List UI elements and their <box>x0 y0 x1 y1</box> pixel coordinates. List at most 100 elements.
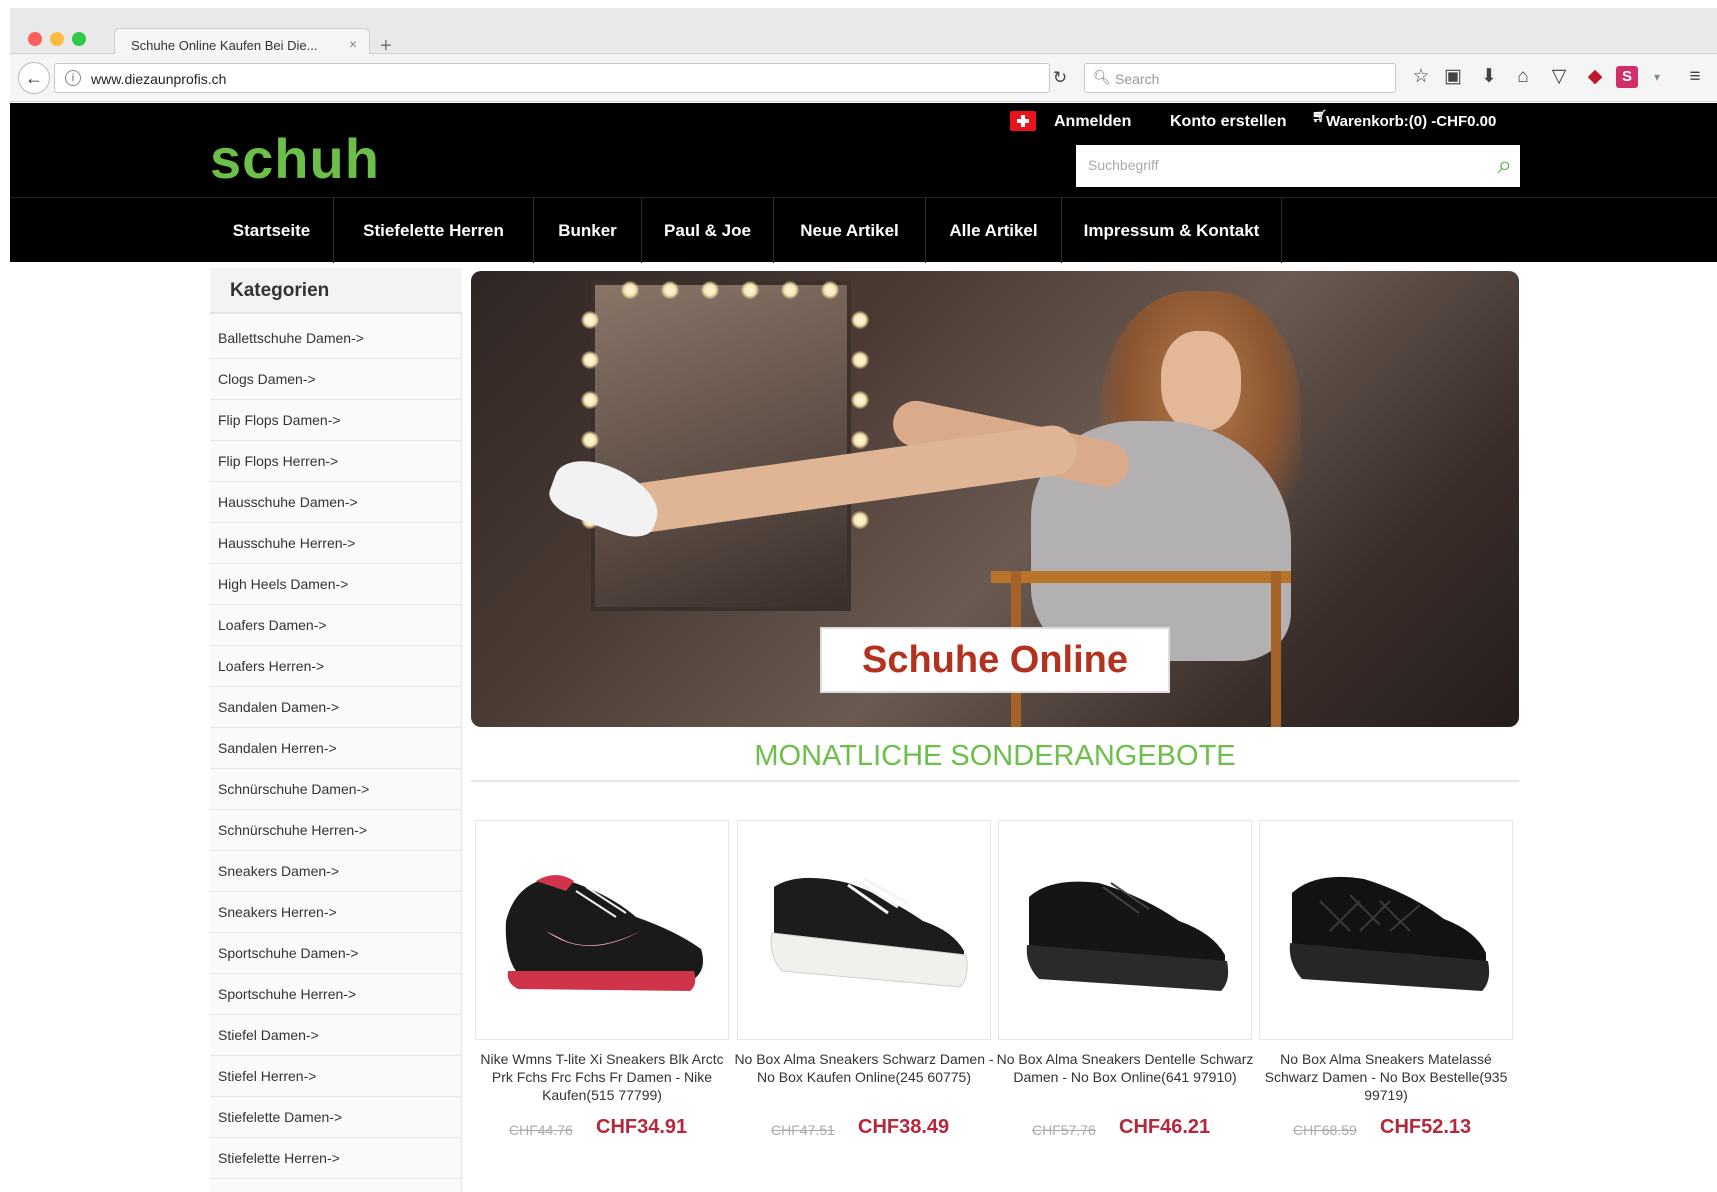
sidebar-category-item[interactable]: High Heels Damen-> <box>210 564 462 605</box>
black-platform-sneaker-image <box>770 877 968 988</box>
sidebar-category-item[interactable]: Flip Flops Damen-> <box>210 400 462 441</box>
cart-link[interactable]: Warenkorb:(0) -CHF0.00 <box>1326 113 1496 130</box>
site-search-input[interactable]: Suchbegriff ⌕ <box>1076 145 1520 187</box>
sidebar-category-item[interactable]: Stiefel Herren-> <box>210 1056 462 1097</box>
browser-toolbar: ← i www.diezaunprofis.ch ↻ 🔍︎ Search ☆ ▣… <box>10 54 1717 102</box>
cart-icon[interactable]: 🛒︎ <box>1312 109 1327 123</box>
hero-label: Schuhe Online <box>820 627 1170 693</box>
sidebar-category-item[interactable]: Sneakers Damen-> <box>210 851 462 892</box>
product-old-price-2: CHF47.51 <box>771 1122 835 1138</box>
sidebar-category-label: Sportschuhe Damen-> <box>218 945 359 961</box>
sidebar-category-item[interactable]: Stiefelette Damen-> <box>210 1097 462 1138</box>
sidebar-category-label: High Heels Damen-> <box>218 576 349 592</box>
window-close-button[interactable] <box>28 32 42 46</box>
sidebar-category-item[interactable]: Schnürschuhe Damen-> <box>210 769 462 810</box>
vanity-bulb <box>701 281 719 299</box>
reading-list-icon[interactable]: ▣ <box>1440 64 1466 90</box>
product-price-4: CHF52.13 <box>1380 1116 1472 1138</box>
sidebar-category-label: Stiefelette Herren-> <box>218 1150 340 1166</box>
product-name-4[interactable]: No Box Alma Sneakers Matelassé Schwarz D… <box>1255 1050 1517 1104</box>
sidebar-category-item[interactable]: Clogs Damen-> <box>210 359 462 400</box>
back-arrow-icon[interactable]: ← <box>18 62 50 94</box>
tab-close-icon[interactable]: × <box>349 36 357 52</box>
nav-item-startseite[interactable]: Startseite <box>210 198 334 263</box>
product-old-price-4: CHF68.59 <box>1293 1122 1357 1138</box>
window-maximize-button[interactable] <box>72 32 86 46</box>
hero-chair-seat <box>991 571 1291 583</box>
product-card-4[interactable] <box>1259 820 1513 1040</box>
home-icon[interactable]: ⌂ <box>1510 64 1536 90</box>
info-icon[interactable]: i <box>65 70 81 86</box>
main-navigation: Startseite Stiefelette Herren Bunker Pau… <box>10 197 1717 263</box>
product-price-2: CHF38.49 <box>858 1116 950 1138</box>
hero-banner[interactable]: Schuhe Online <box>471 271 1519 727</box>
product-card-1[interactable] <box>475 820 729 1040</box>
site-search-placeholder: Suchbegriff <box>1088 157 1159 173</box>
sidebar-category-item[interactable]: Stiefelette Herren-> <box>210 1138 462 1179</box>
sidebar-category-label: Loafers Herren-> <box>218 658 325 674</box>
hero-model-face <box>1161 331 1241 431</box>
sidebar-category-item[interactable]: Hausschuhe Herren-> <box>210 523 462 564</box>
sidebar-category-label: Loafers Damen-> <box>218 617 327 633</box>
shield-icon[interactable]: ◆ <box>1582 64 1608 90</box>
vanity-bulb <box>821 281 839 299</box>
sidebar-category-item[interactable]: Sneakers Herren-> <box>210 892 462 933</box>
extension-s-icon[interactable]: S <box>1616 66 1638 88</box>
product-price-1: CHF34.91 <box>596 1116 688 1138</box>
sidebar-category-item[interactable]: Schnürschuhe Herren-> <box>210 810 462 851</box>
address-bar[interactable]: i www.diezaunprofis.ch <box>54 63 1050 93</box>
sidebar-category-item[interactable]: Flip Flops Herren-> <box>210 441 462 482</box>
nav-item-bunker[interactable]: Bunker <box>534 198 642 263</box>
nav-item-impressum-kontakt[interactable]: Impressum & Kontakt <box>1062 198 1282 263</box>
sidebar-category-label: Ballettschuhe Damen-> <box>218 330 364 346</box>
nav-item-paul-joe[interactable]: Paul & Joe <box>642 198 774 263</box>
product-name-3[interactable]: No Box Alma Sneakers Dentelle Schwarz Da… <box>994 1050 1256 1086</box>
vanity-bulb <box>851 311 869 329</box>
sidebar-category-label: Sneakers Damen-> <box>218 863 340 879</box>
product-name-1[interactable]: Nike Wmns T-lite Xi Sneakers Blk Arctc P… <box>471 1050 733 1104</box>
site-logo[interactable]: schuh <box>210 131 380 187</box>
sidebar-category-item[interactable]: Sportschuhe Damen-> <box>210 933 462 974</box>
sidebar-category-item[interactable]: Sandalen Damen-> <box>210 687 462 728</box>
menu-icon[interactable]: ≡ <box>1682 64 1708 90</box>
sidebar-category-item[interactable]: Sportschuhe Herren-> <box>210 974 462 1015</box>
product-card-3[interactable] <box>998 820 1252 1040</box>
product-old-price-3: CHF57.76 <box>1032 1122 1096 1138</box>
vanity-bulb <box>851 351 869 369</box>
reload-icon[interactable]: ↻ <box>1043 63 1077 93</box>
extension-dropdown-icon[interactable]: ▾ <box>1644 64 1670 90</box>
swiss-flag-icon[interactable] <box>1010 111 1036 131</box>
nav-item-stiefelette-herren[interactable]: Stiefelette Herren <box>334 198 534 263</box>
pocket-icon[interactable]: ▽ <box>1546 64 1572 90</box>
vanity-bulb <box>581 311 599 329</box>
sidebar-category-item[interactable]: Ballettschuhe Damen-> <box>210 318 462 359</box>
register-link[interactable]: Konto erstellen <box>1170 113 1286 131</box>
sidebar-category-item[interactable]: Sandalen Herren-> <box>210 728 462 769</box>
product-card-2[interactable] <box>737 820 991 1040</box>
sidebar-category-item[interactable]: Hausschuhe Damen-> <box>210 482 462 523</box>
category-sidebar: Kategorien Ballettschuhe Damen-> Clogs Da… <box>210 268 462 1192</box>
sidebar-category-item[interactable]: Loafers Herren-> <box>210 646 462 687</box>
window-minimize-button[interactable] <box>50 32 64 46</box>
browser-titlebar: Schuhe Online Kaufen Bei Die... × + <box>10 8 1717 62</box>
sidebar-category-label: Schnürschuhe Damen-> <box>218 781 370 797</box>
sidebar-category-item[interactable]: Stiefel Damen-> <box>210 1015 462 1056</box>
product-name-2[interactable]: No Box Alma Sneakers Schwarz Damen - No … <box>733 1050 995 1086</box>
search-icon[interactable]: ⌕ <box>1497 149 1512 181</box>
sidebar-category-label: Flip Flops Herren-> <box>218 453 339 469</box>
download-icon[interactable]: ⬇ <box>1476 64 1502 90</box>
browser-search-input[interactable]: 🔍︎ Search <box>1084 63 1396 93</box>
vanity-bulb <box>581 431 599 449</box>
vanity-bulb <box>581 391 599 409</box>
sidebar-category-label: Clogs Damen-> <box>218 371 316 387</box>
login-link[interactable]: Anmelden <box>1054 113 1131 131</box>
sidebar-category-label: Sneakers Herren-> <box>218 904 337 920</box>
nav-item-alle-artikel[interactable]: Alle Artikel <box>926 198 1062 263</box>
offers-divider <box>471 780 1519 782</box>
hero-chair-leg <box>1271 571 1281 727</box>
bookmark-star-icon[interactable]: ☆ <box>1408 64 1434 90</box>
sidebar-category-item[interactable]: Loafers Damen-> <box>210 605 462 646</box>
nav-item-neue-artikel[interactable]: Neue Artikel <box>774 198 926 263</box>
vanity-bulb <box>581 351 599 369</box>
quilted-black-sneaker-image <box>1289 876 1490 991</box>
